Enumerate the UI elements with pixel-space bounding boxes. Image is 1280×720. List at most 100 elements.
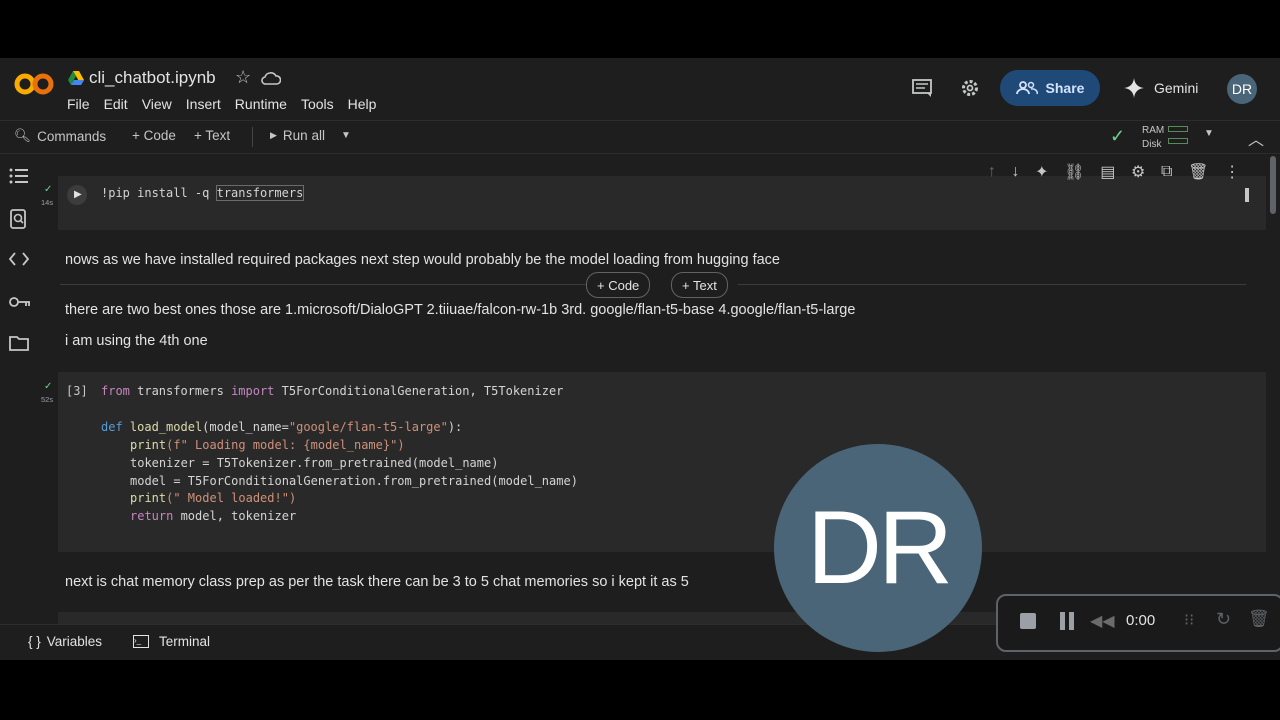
code-line[interactable]: model = T5ForConditionalGeneration.from_… bbox=[130, 474, 578, 488]
resource-dropdown-icon[interactable]: ▼ bbox=[1204, 128, 1214, 139]
stop-icon[interactable] bbox=[1020, 613, 1036, 629]
star-icon[interactable]: ☆ bbox=[235, 67, 251, 88]
left-sidebar bbox=[0, 153, 40, 623]
insert-divider bbox=[738, 284, 1246, 285]
delete-icon[interactable]: 🗑︎ bbox=[1188, 162, 1208, 182]
string: (f" Loading model: {model_name}") bbox=[166, 438, 405, 452]
braces-icon: { } bbox=[28, 634, 41, 649]
code-line[interactable]: print(f" Loading model: {model_name}") bbox=[130, 438, 405, 452]
toolbar-divider bbox=[252, 127, 253, 147]
menu-runtime[interactable]: Runtime bbox=[235, 96, 287, 112]
scrollbar-thumb[interactable] bbox=[1270, 156, 1276, 214]
markdown-text[interactable]: there are two best ones those are 1.micr… bbox=[65, 302, 855, 318]
comment-icon[interactable]: ▤ bbox=[1100, 162, 1115, 182]
notebook-scrollbar[interactable] bbox=[1268, 154, 1278, 624]
menu-help[interactable]: Help bbox=[348, 96, 377, 112]
text-cursor bbox=[303, 186, 305, 200]
insert-divider bbox=[60, 284, 586, 285]
gemini-label: Gemini bbox=[1154, 80, 1199, 96]
keyword: def bbox=[101, 420, 123, 434]
code-line[interactable]: print(" Model loaded!") bbox=[130, 491, 296, 505]
find-icon[interactable] bbox=[9, 209, 29, 234]
restart-icon[interactable]: ↻ bbox=[1216, 609, 1231, 630]
keyword: import bbox=[231, 384, 275, 398]
toc-icon[interactable] bbox=[9, 167, 29, 190]
comment-icon[interactable] bbox=[911, 78, 933, 103]
disk-label: Disk bbox=[1142, 139, 1162, 150]
code-highlight: transformers bbox=[215, 185, 305, 201]
code-line[interactable]: tokenizer = T5Tokenizer.from_pretrained(… bbox=[130, 456, 498, 470]
pause-icon[interactable] bbox=[1060, 612, 1074, 635]
menu-tools[interactable]: Tools bbox=[301, 96, 334, 112]
add-code-button[interactable]: + Code bbox=[132, 128, 176, 143]
markdown-text[interactable]: next is chat memory class prep as per th… bbox=[65, 574, 689, 590]
header: cli_chatbot.ipynb ☆ File Edit View Inser… bbox=[0, 58, 1280, 120]
share-button[interactable]: Share bbox=[1000, 70, 1100, 106]
chevron-down-icon[interactable]: ▼ bbox=[341, 130, 351, 141]
settings-icon[interactable]: ⚙ bbox=[1131, 162, 1145, 182]
menu-insert[interactable]: Insert bbox=[186, 96, 221, 112]
collapse-header-icon[interactable]: ︿ bbox=[1248, 126, 1264, 150]
notebook-title[interactable]: cli_chatbot.ipynb bbox=[89, 68, 216, 88]
terminal-icon: ›_ bbox=[133, 635, 149, 648]
move-down-icon[interactable]: ↓ bbox=[1012, 163, 1020, 181]
commands-button[interactable]: 🔍︎ Commands bbox=[14, 128, 106, 144]
grid-icon[interactable]: ⁝⁝ bbox=[1184, 610, 1194, 630]
run-cell-button[interactable]: ▶ bbox=[67, 185, 87, 205]
menu-edit[interactable]: Edit bbox=[104, 96, 128, 112]
mirror-cell-icon[interactable]: ⧉ bbox=[1161, 163, 1172, 181]
resource-bars bbox=[1168, 126, 1188, 150]
code-snippets-icon[interactable] bbox=[8, 251, 30, 272]
recording-time: 0:00 bbox=[1126, 612, 1156, 629]
gear-icon[interactable] bbox=[960, 78, 980, 103]
code-line[interactable]: def load_model(model_name="google/flan-t… bbox=[101, 420, 462, 434]
code-line[interactable]: return model, tokenizer bbox=[130, 509, 296, 523]
avatar[interactable]: DR bbox=[1227, 74, 1257, 104]
run-all-label: Run all bbox=[282, 128, 325, 143]
code-line[interactable]: from transformers import T5ForConditiona… bbox=[101, 384, 563, 398]
markdown-text[interactable]: i am using the 4th one bbox=[65, 333, 208, 349]
markdown-text[interactable]: nows as we have installed required packa… bbox=[65, 252, 780, 268]
resource-monitor[interactable]: RAM Disk bbox=[1142, 124, 1164, 152]
string: "google/flan-t5-large" bbox=[288, 420, 448, 434]
cell-success-check-icon: ✓ bbox=[44, 381, 53, 392]
gemini-sparkle-icon[interactable]: ✦ bbox=[1035, 162, 1048, 182]
function-name: print bbox=[130, 438, 167, 452]
gemini-button[interactable]: Gemini bbox=[1124, 78, 1198, 98]
insert-text-button[interactable]: + Text bbox=[671, 272, 728, 298]
code-text: transformers bbox=[129, 384, 232, 398]
search-icon: 🔍︎ bbox=[14, 128, 32, 143]
keyword: return bbox=[130, 509, 174, 523]
menu-file[interactable]: File bbox=[67, 96, 90, 112]
key-icon[interactable] bbox=[9, 295, 31, 314]
rewind-icon[interactable]: ◀◀ bbox=[1090, 611, 1115, 631]
menu-view[interactable]: View bbox=[142, 96, 172, 112]
move-up-icon[interactable]: ↑ bbox=[988, 163, 996, 181]
exec-count: [3] bbox=[66, 384, 88, 398]
drive-icon[interactable] bbox=[68, 71, 84, 90]
insert-code-button[interactable]: + Code bbox=[586, 272, 651, 298]
code-text: ): bbox=[447, 420, 463, 434]
ram-label: RAM bbox=[1142, 125, 1165, 136]
more-icon[interactable]: ⋮ bbox=[1224, 162, 1240, 182]
cell-exec-time: 52s bbox=[41, 395, 54, 404]
add-text-button[interactable]: + Text bbox=[194, 128, 230, 143]
run-all-button[interactable]: ▶ Run all ▼ bbox=[270, 128, 351, 143]
function-name: print bbox=[130, 491, 167, 505]
sparkle-icon bbox=[1124, 78, 1144, 98]
folder-icon[interactable] bbox=[9, 335, 29, 356]
webcam-avatar: DR bbox=[774, 444, 982, 652]
code-text: (model_name= bbox=[202, 420, 289, 434]
variables-button[interactable]: { } Variables bbox=[28, 634, 102, 649]
share-label: Share bbox=[1045, 80, 1085, 96]
colab-logo[interactable] bbox=[14, 72, 54, 101]
keyword: from bbox=[101, 384, 130, 398]
function-name: load_model bbox=[129, 420, 203, 434]
terminal-button[interactable]: ›_ Terminal bbox=[133, 634, 210, 649]
link-icon[interactable]: ⛓︎ bbox=[1064, 162, 1084, 182]
code-line[interactable]: !pip install -q transformers bbox=[101, 185, 305, 201]
cell-scrollbar[interactable] bbox=[1245, 188, 1249, 202]
cloud-icon[interactable] bbox=[261, 71, 282, 90]
trash-icon[interactable]: 🗑︎ bbox=[1248, 609, 1270, 629]
connected-check-icon: ✓ bbox=[1110, 126, 1126, 146]
